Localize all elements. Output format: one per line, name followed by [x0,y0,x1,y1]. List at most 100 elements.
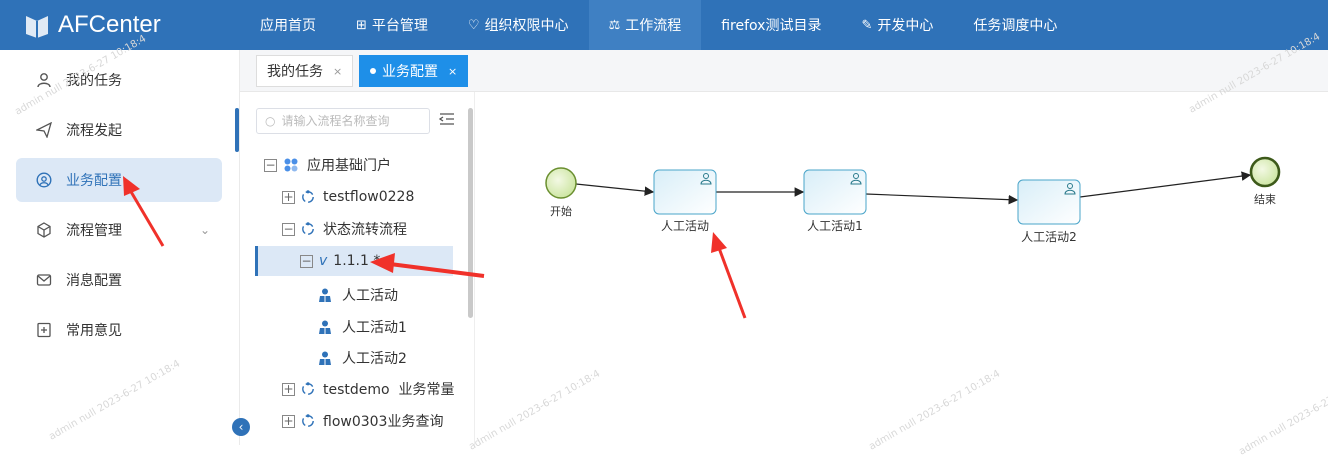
tree-node-version-1-1-1[interactable]: − v 1.1.1 * [255,246,453,276]
tree-node-label: testflow0228 [323,189,415,205]
user-circle-icon [36,172,52,188]
flow-tree-panel: ○ − 应用基础门户 + testflow0228 − 状态流转流程 − v 1… [240,92,475,445]
collapse-sidebar-icon[interactable]: ‹ [232,418,250,436]
end-event[interactable] [1249,156,1281,188]
expand-toggle-icon[interactable]: + [282,414,295,428]
nav-task-schedule[interactable]: 任务调度中心 [953,0,1077,50]
sidebar-item-message-config[interactable]: 消息配置 [16,258,222,302]
sidebar-item-my-tasks[interactable]: 我的任务 [16,58,222,102]
task-manual-activity[interactable] [653,169,717,215]
nav-schedule-label: 任务调度中心 [973,18,1058,34]
start-event-label: 开始 [550,204,572,218]
flow-diagram-canvas[interactable]: 开始 人工活动 人工活动1 人工活动2 结束 [475,92,1328,445]
sidebar-item-common-opinions[interactable]: 常用意见 [16,308,222,352]
nav-workflow[interactable]: ⚖ 工作流程 [588,0,702,50]
expand-toggle-icon[interactable]: + [282,382,295,396]
tree-node-label: 应用基础门户 [307,158,391,174]
tree-node-label: 1.1.1 * [333,253,381,269]
tab-bar: 我的任务 × 业务配置 × [240,50,1328,92]
person-icon [319,288,331,302]
tree-node-manual-activity-1[interactable]: 人工活动1 [318,312,407,342]
collapse-toggle-icon[interactable]: − [300,254,313,268]
sidebar-item-label: 消息配置 [66,273,122,289]
tab-business-config[interactable]: 业务配置 × [359,55,469,87]
sequence-flow[interactable] [575,183,655,196]
task-label: 人工活动 [661,219,709,233]
person-icon [319,320,331,334]
close-icon[interactable]: × [448,65,457,78]
sidebar-item-label: 流程管理 [66,223,122,239]
tab-my-tasks[interactable]: 我的任务 × [256,55,354,87]
task-manual-activity-1[interactable] [803,169,867,215]
search-icon: ○ [265,114,276,128]
version-prefix: v [319,253,328,269]
flow-diagram: 开始 人工活动 人工活动1 人工活动2 结束 [545,156,1281,244]
collapse-toggle-icon[interactable]: − [264,158,277,172]
sequence-flow[interactable] [865,193,1019,205]
sidebar-item-label: 我的任务 [66,73,122,89]
nav-org-label: 组织权限中心 [484,18,569,34]
tree-node-label: 状态流转流程 [323,222,407,238]
collapse-tree-icon[interactable] [438,110,456,130]
nav-firefox-label: firefox测试目录 [721,18,822,34]
close-icon[interactable]: × [333,65,342,78]
nav-home[interactable]: 应用首页 [240,0,336,50]
nav-platform-management[interactable]: ⊞ 平台管理 [336,0,448,50]
person-icon [319,351,331,365]
sidebar-item-flow-management[interactable]: 流程管理 ⌄ [16,208,222,252]
nav-dev-label: 开发中心 [877,18,934,34]
nav-firefox-test[interactable]: firefox测试目录 [701,0,841,50]
top-navbar: AFCenter 应用首页 ⊞ 平台管理 ♡ 组织权限中心 ⚖ 工作流程 firefo… [0,0,1328,50]
sidebar-item-label: 流程发起 [66,123,122,139]
edit-icon: ✎ [861,17,873,33]
active-dot-icon [370,68,376,74]
apps-icon [284,158,298,172]
tree-scrollbar[interactable] [468,108,473,318]
app-logo[interactable]: AFCenter [0,11,240,39]
task-manual-activity-2[interactable] [1017,179,1081,225]
process-icon [302,382,314,395]
tree-node-app-portal[interactable]: − 应用基础门户 [264,150,391,180]
nav-org-permission[interactable]: ♡ 组织权限中心 [448,0,589,50]
tree-node-testdemo[interactable]: + testdemo 业务常量 [282,374,455,404]
tree-node-label: 人工活动1 [342,320,407,336]
start-event[interactable] [545,167,577,199]
tree-node-testflow0228[interactable]: + testflow0228 [282,182,414,212]
flow-search-box[interactable]: ○ [256,108,430,134]
cube-icon [36,222,52,238]
tree-node-label: testdemo 业务常量 [323,382,455,398]
send-icon [36,122,52,138]
sidebar-active-indicator [235,108,239,152]
tree-node-manual-activity-2[interactable]: 人工活动2 [318,343,407,373]
nav-workflow-label: 工作流程 [625,18,682,34]
sidebar-item-start-flow[interactable]: 流程发起 [16,108,222,152]
sidebar-item-business-config[interactable]: 业务配置 [16,158,222,202]
tree-node-label: 人工活动2 [342,351,407,367]
plus-square-icon [36,322,52,338]
grid-icon: ⊞ [356,17,367,33]
task-label: 人工活动2 [1021,230,1077,244]
tree-node-status-flow[interactable]: − 状态流转流程 [282,214,407,244]
nav-dev-center[interactable]: ✎ 开发中心 [841,0,953,50]
tree-node-manual-activity[interactable]: 人工活动 [318,280,398,310]
process-icon [302,190,314,203]
process-icon [302,222,314,235]
tree-node-label: 人工活动 [342,288,398,304]
tree-node-flow0303[interactable]: + flow0303业务查询 [282,406,443,436]
tab-label: 我的任务 [267,64,323,80]
flow-icon: ⚖ [608,17,621,33]
collapse-toggle-icon[interactable]: − [282,222,295,236]
sidebar-item-label: 业务配置 [66,173,122,189]
user-icon [36,72,52,88]
expand-toggle-icon[interactable]: + [282,190,295,204]
sequence-flow[interactable] [1079,171,1252,198]
nav-platform-label: 平台管理 [371,18,428,34]
process-icon [302,414,314,427]
shield-icon: ♡ [467,17,480,33]
chevron-down-icon: ⌄ [199,223,210,237]
tab-label: 业务配置 [382,64,438,80]
flow-search-input[interactable] [281,114,422,128]
sidebar-item-label: 常用意见 [66,323,122,339]
mail-icon [36,272,52,288]
end-event-label: 结束 [1254,193,1276,206]
